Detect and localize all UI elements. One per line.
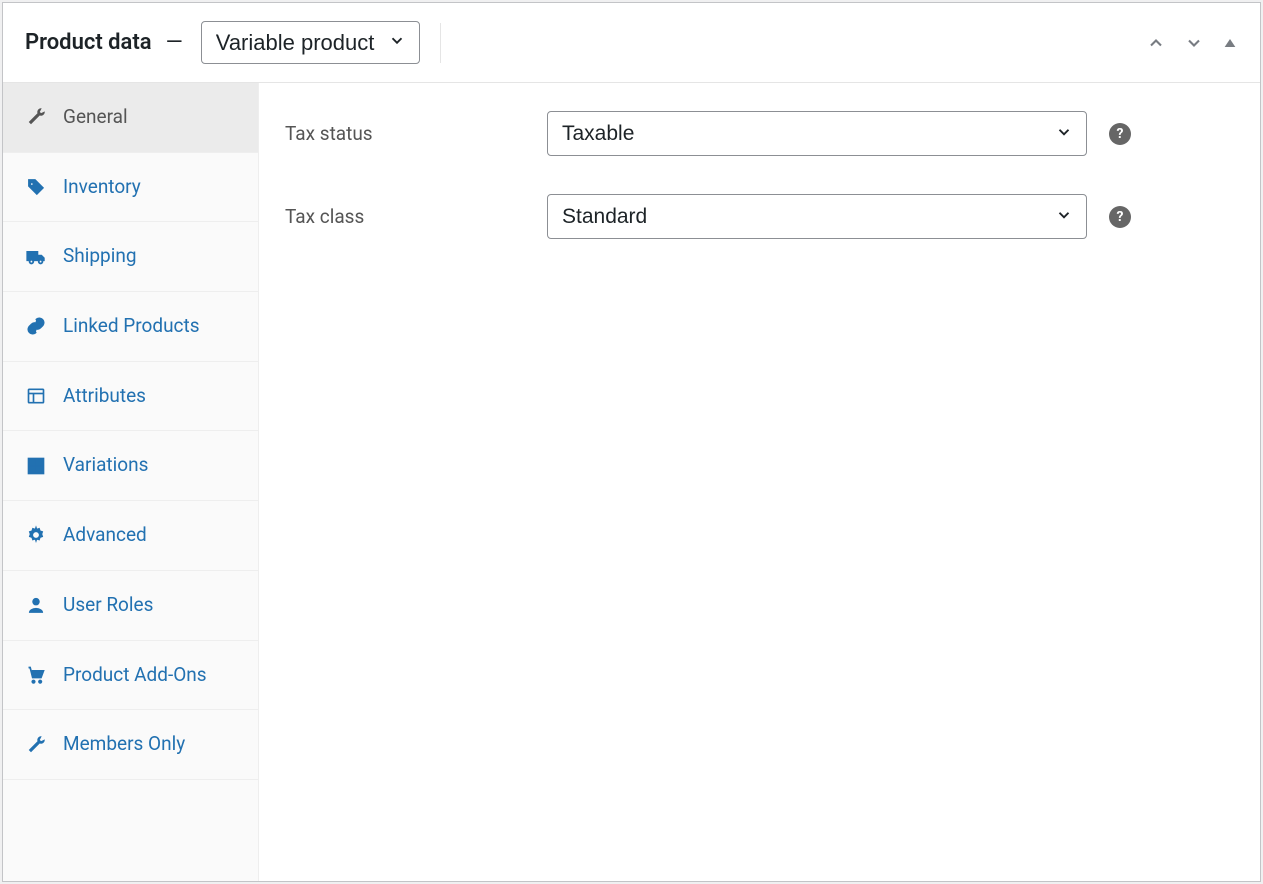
panel-title-text: Product data bbox=[25, 30, 152, 55]
product-type-select[interactable]: Variable product bbox=[201, 21, 420, 64]
tab-label: General bbox=[63, 105, 128, 130]
tab-label: User Roles bbox=[63, 593, 153, 618]
tax-class-select[interactable]: Standard bbox=[547, 194, 1087, 239]
link-icon bbox=[25, 316, 47, 336]
move-up-icon[interactable] bbox=[1146, 33, 1166, 53]
tag-icon bbox=[25, 177, 47, 197]
tax-class-label: Tax class bbox=[285, 205, 547, 228]
tab-label: Inventory bbox=[63, 175, 141, 200]
tax-class-row: Tax class Standard ? bbox=[285, 194, 1234, 239]
title-dash: — bbox=[166, 30, 183, 55]
tab-user-roles[interactable]: User Roles bbox=[3, 571, 258, 641]
panel-body: General Inventory Shipping Linked Produc… bbox=[3, 83, 1260, 881]
tax-status-row: Tax status Taxable ? bbox=[285, 111, 1234, 156]
cart-icon bbox=[25, 665, 47, 685]
truck-icon bbox=[25, 246, 47, 268]
tab-label: Linked Products bbox=[63, 314, 200, 339]
tab-members-only[interactable]: Members Only bbox=[3, 710, 258, 780]
product-data-panel: Product data — Variable product bbox=[2, 2, 1261, 882]
tab-variations[interactable]: Variations bbox=[3, 431, 258, 501]
product-data-tabs: General Inventory Shipping Linked Produc… bbox=[3, 83, 259, 881]
tab-inventory[interactable]: Inventory bbox=[3, 153, 258, 223]
user-icon bbox=[25, 595, 47, 615]
tab-advanced[interactable]: Advanced bbox=[3, 501, 258, 571]
tab-label: Product Add-Ons bbox=[63, 663, 207, 688]
tab-label: Variations bbox=[63, 453, 148, 478]
help-icon[interactable]: ? bbox=[1109, 123, 1131, 145]
tax-status-label: Tax status bbox=[285, 122, 547, 145]
header-actions bbox=[1146, 33, 1238, 53]
tax-status-select[interactable]: Taxable bbox=[547, 111, 1087, 156]
tab-label: Members Only bbox=[63, 732, 185, 757]
tab-general[interactable]: General bbox=[3, 83, 258, 153]
move-down-icon[interactable] bbox=[1184, 33, 1204, 53]
grid-icon bbox=[25, 456, 47, 476]
tab-linked-products[interactable]: Linked Products bbox=[3, 292, 258, 362]
wrench-icon bbox=[25, 735, 47, 755]
tab-label: Shipping bbox=[63, 244, 137, 269]
general-tab-content: Tax status Taxable ? Tax class Standard bbox=[259, 83, 1260, 881]
gear-icon bbox=[25, 525, 47, 545]
panel-header: Product data — Variable product bbox=[3, 3, 1260, 83]
tab-attributes[interactable]: Attributes bbox=[3, 362, 258, 432]
wrench-icon bbox=[25, 107, 47, 127]
panel-title: Product data — Variable product bbox=[25, 21, 420, 64]
header-divider bbox=[440, 23, 441, 63]
tab-shipping[interactable]: Shipping bbox=[3, 222, 258, 292]
collapse-icon[interactable] bbox=[1222, 35, 1238, 51]
tab-label: Attributes bbox=[63, 384, 146, 409]
tab-product-addons[interactable]: Product Add-Ons bbox=[3, 641, 258, 711]
list-icon bbox=[25, 386, 47, 406]
tab-label: Advanced bbox=[63, 523, 147, 548]
help-icon[interactable]: ? bbox=[1109, 206, 1131, 228]
